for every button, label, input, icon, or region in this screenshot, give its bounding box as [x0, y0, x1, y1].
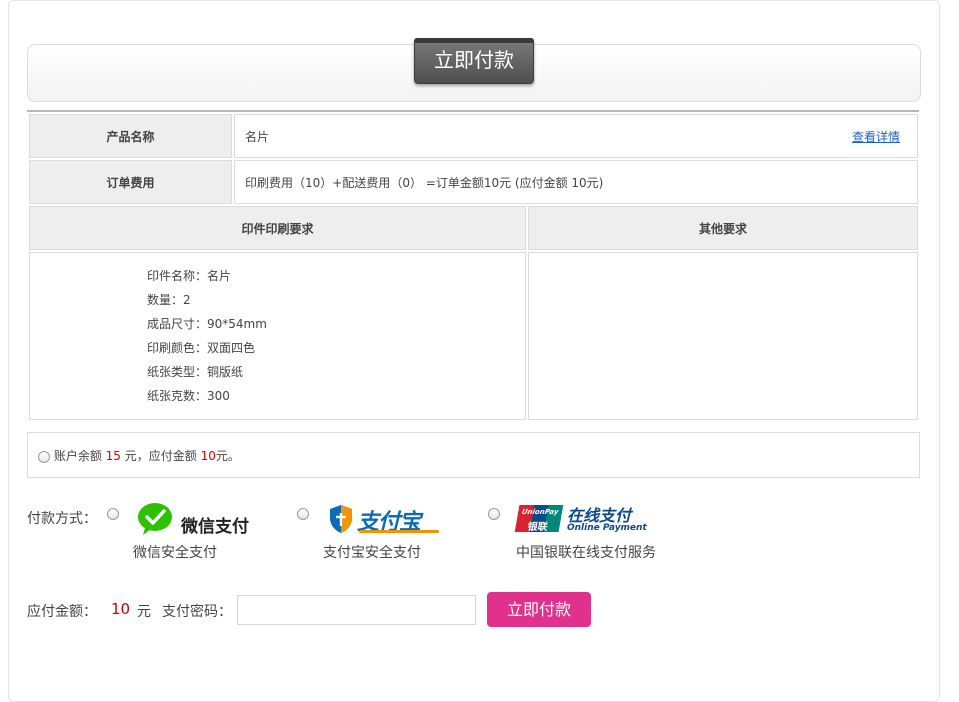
order-fee-value: 印刷费用（10）+配送费用（0） =订单金额10元 (应付金额 10元) — [234, 160, 918, 204]
other-requirements-header: 其他要求 — [528, 206, 918, 250]
payment-method-label: 付款方式： — [27, 511, 97, 527]
wechat-radio[interactable] — [107, 508, 119, 520]
fee-row: 订单费用 印刷费用（10）+配送费用（0） =订单金额10元 (应付金额 10元… — [29, 160, 918, 204]
spec-item: 纸张克数：300 — [147, 389, 230, 403]
order-table: 产品名称 名片 查看详情 订单费用 印刷费用（10）+配送费用（0） =订单金额… — [27, 112, 920, 422]
payment-methods: 付款方式： 微信支付 微信安全支付 支付宝 支付宝安全支付 UnionPay 银 — [27, 500, 927, 570]
order-fee-label: 订单费用 — [29, 160, 232, 204]
unionpay-logo-sub: Online Payment — [567, 523, 647, 533]
spec-item: 印刷颜色：双面四色 — [147, 341, 256, 355]
alipay-caption: 支付宝安全支付 — [323, 545, 421, 561]
pay-now-button[interactable]: 立即付款 — [487, 592, 591, 627]
password-label: 支付密码： — [162, 604, 232, 620]
spec-item: 纸张类型：铜版纸 — [147, 365, 244, 379]
balance-panel: 账户余额 15 元，应付金额 10元。 — [27, 432, 920, 478]
unionpay-badge: UnionPay 银联 — [514, 505, 564, 532]
unionpay-badge-cn: 银联 — [526, 522, 549, 532]
amount-value: 10 — [111, 600, 131, 618]
balance-middle: 元，应付金额 — [124, 449, 197, 463]
product-row: 产品名称 名片 查看详情 — [29, 114, 918, 158]
print-requirements-header: 印件印刷要求 — [29, 206, 526, 250]
wechat-logo-text: 微信支付 — [181, 517, 249, 537]
wechat-caption: 微信安全支付 — [133, 545, 217, 561]
unionpay-logo[interactable]: UnionPay 银联 在线支付 Online Payment — [514, 502, 657, 536]
print-requirements-cell: 印件名称：名片 数量：2 成品尺寸：90*54mm 印刷颜色：双面四色 纸张类型… — [29, 252, 526, 420]
unionpay-badge-text: UnionPay — [521, 508, 560, 516]
product-name-label: 产品名称 — [29, 114, 232, 158]
product-name-value: 名片 — [245, 129, 270, 144]
balance-radio[interactable] — [38, 450, 50, 463]
unionpay-caption: 中国银联在线支付服务 — [516, 545, 656, 561]
banner-title-tab: 立即付款 — [414, 38, 534, 84]
view-details-link[interactable]: 查看详情 — [852, 128, 900, 145]
spec-list: 印件名称：名片 数量：2 成品尺寸：90*54mm 印刷颜色：双面四色 纸张类型… — [31, 254, 524, 418]
unionpay-radio[interactable] — [488, 508, 500, 520]
balance-amount: 15 — [105, 449, 121, 463]
requirements-header-row: 印件印刷要求 其他要求 — [29, 206, 918, 250]
product-name-cell: 名片 查看详情 — [234, 114, 918, 158]
other-requirements-cell — [528, 252, 918, 420]
amount-label: 应付金额： — [27, 604, 97, 620]
payment-password-input[interactable] — [237, 595, 476, 625]
spec-item: 数量：2 — [147, 293, 191, 307]
alipay-radio[interactable] — [297, 508, 309, 520]
amount-unit: 元 — [137, 604, 151, 620]
spec-item: 印件名称：名片 — [147, 269, 232, 283]
due-amount: 10 — [200, 449, 216, 463]
alipay-logo[interactable]: 支付宝 — [329, 502, 441, 536]
requirements-body-row: 印件名称：名片 数量：2 成品尺寸：90*54mm 印刷颜色：双面四色 纸张类型… — [29, 252, 918, 420]
alipay-shield-icon — [330, 505, 352, 533]
balance-suffix: 元。 — [215, 449, 240, 463]
spec-item: 成品尺寸：90*54mm — [147, 317, 267, 331]
wechat-icon — [138, 503, 172, 535]
alipay-underline — [359, 530, 439, 533]
balance-prefix: 账户余额 — [53, 449, 102, 463]
